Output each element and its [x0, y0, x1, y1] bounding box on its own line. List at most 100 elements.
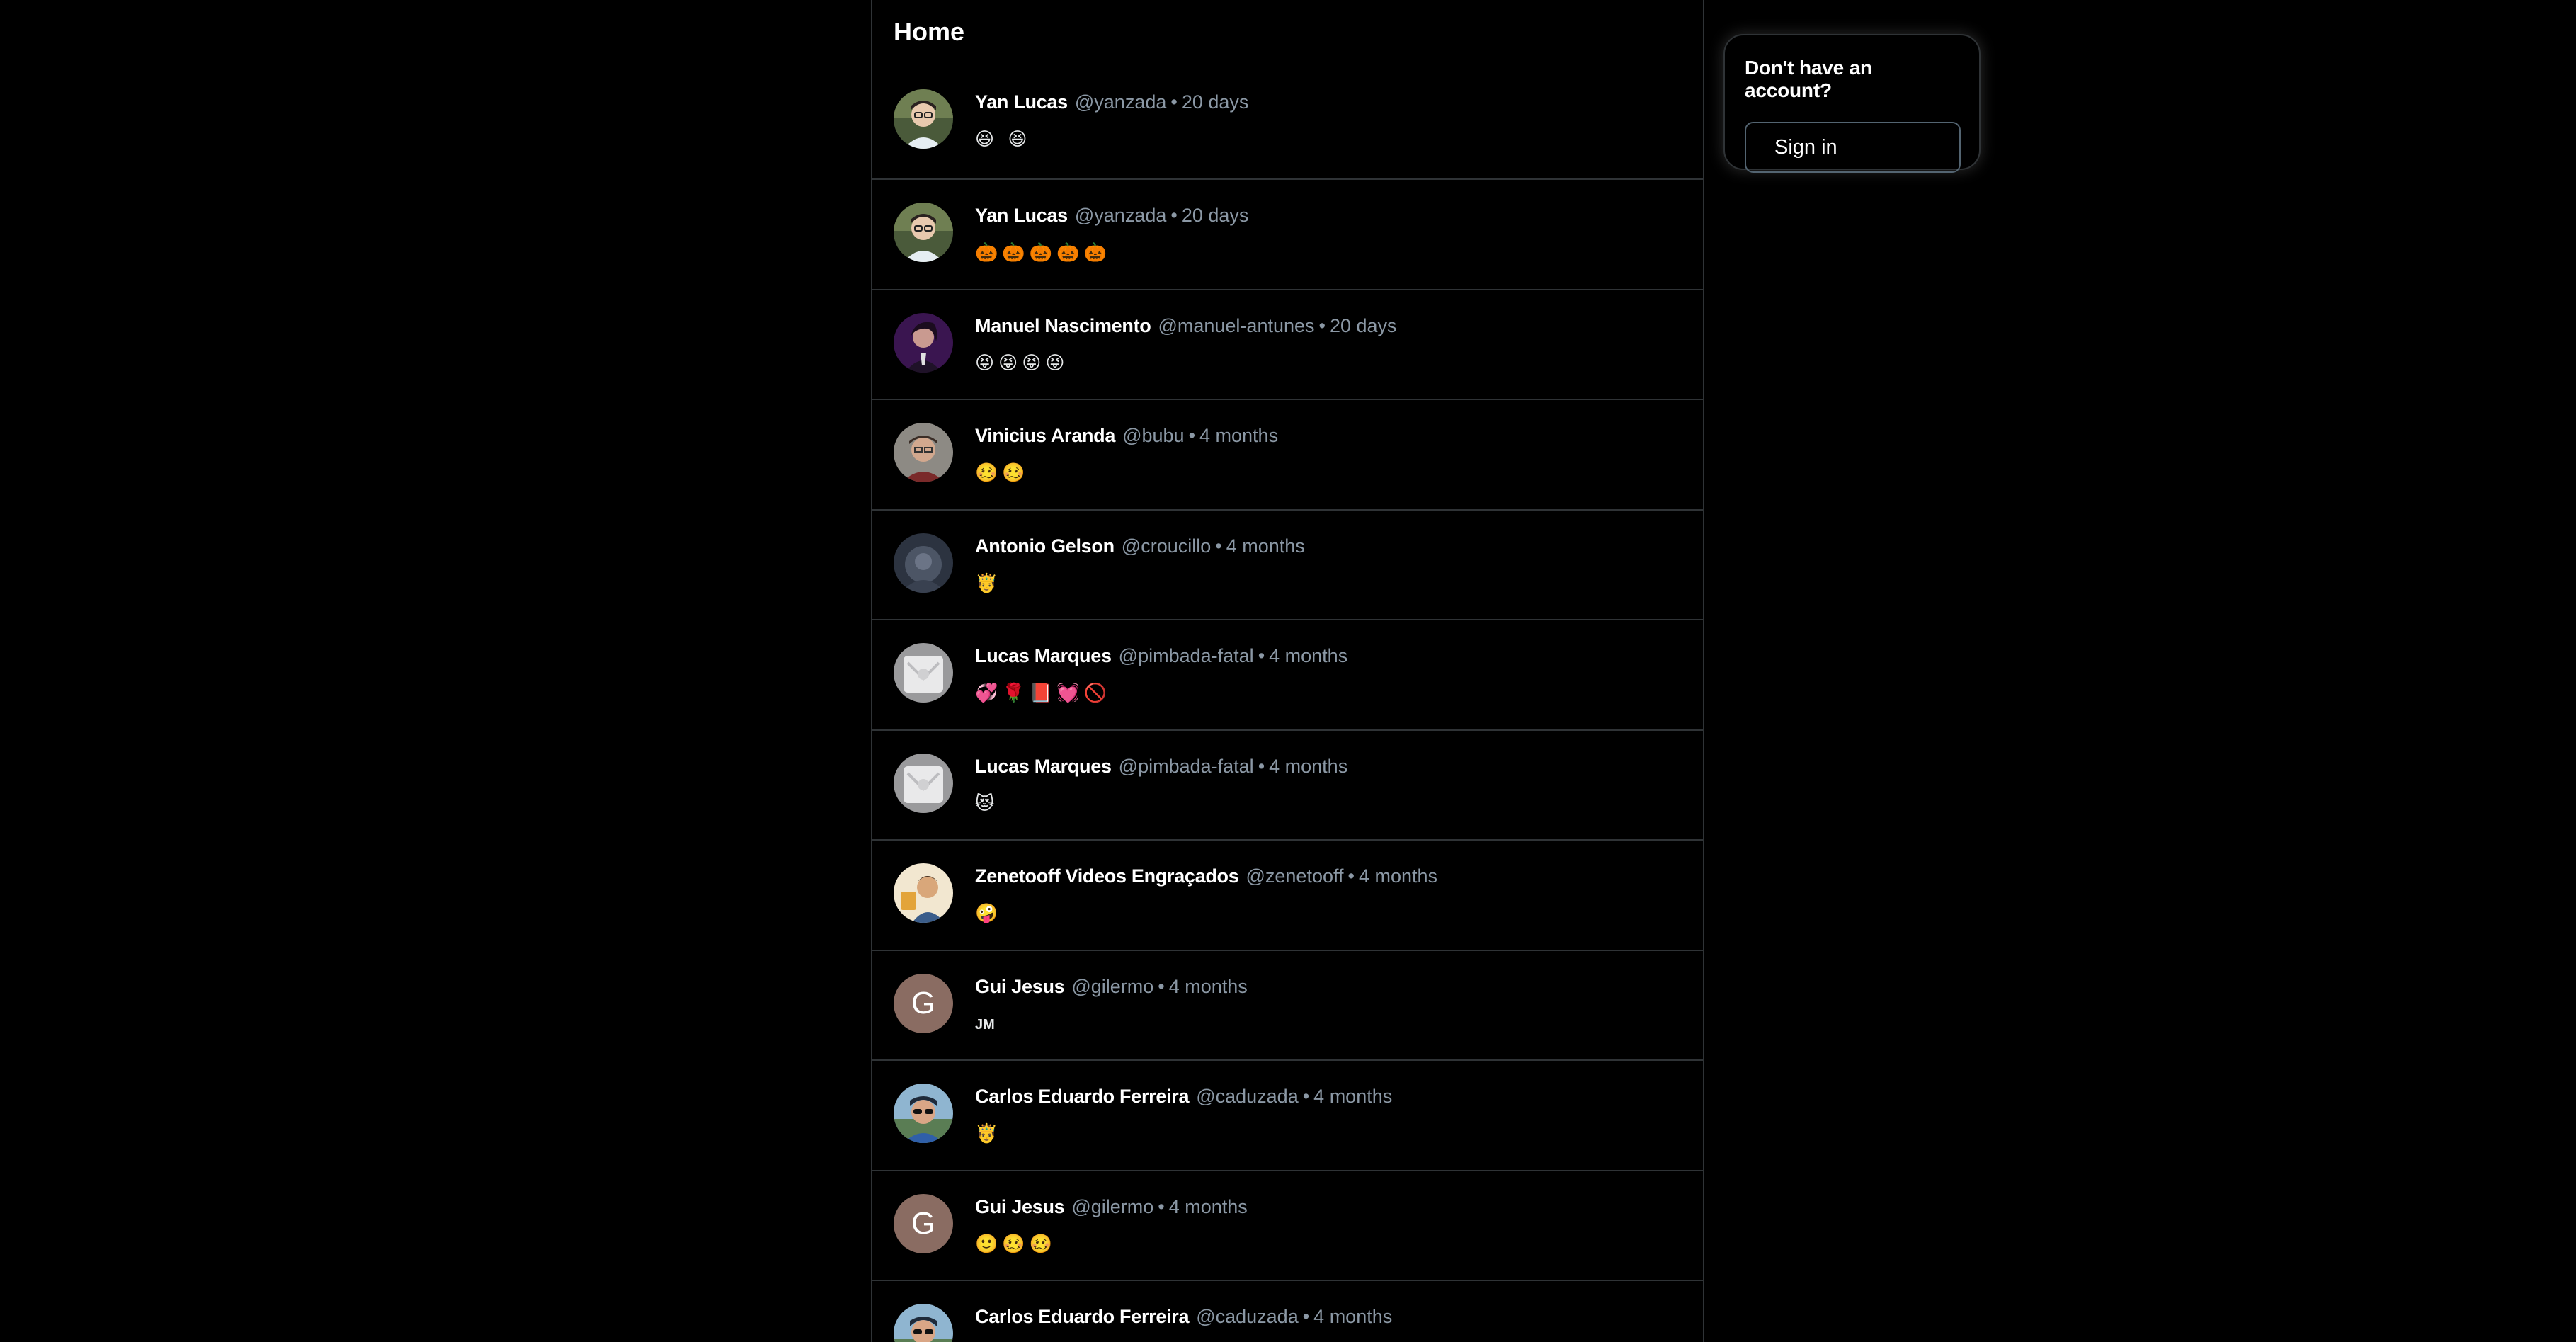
post-author-name[interactable]: Carlos Eduardo Ferreira: [975, 1306, 1190, 1327]
page-title: Home: [894, 17, 965, 46]
avatar[interactable]: G: [894, 973, 953, 1033]
avatar[interactable]: [894, 1304, 953, 1342]
post-meta: Yan Lucas @yanzada • 20 days: [975, 90, 1689, 114]
feed-post[interactable]: Carlos Eduardo Ferreira @caduzada • 4 month…: [872, 1281, 1703, 1342]
post-author-name[interactable]: Carlos Eduardo Ferreira: [975, 1086, 1190, 1107]
avatar[interactable]: [894, 863, 953, 923]
avatar[interactable]: [894, 643, 953, 703]
feed-post[interactable]: Lucas Marques @pimbada-fatal • 4 months 💞🌹📕💓…: [872, 620, 1703, 731]
feed-post[interactable]: Yan Lucas @yanzada • 20 days 😆 😆: [872, 67, 1703, 180]
post-body: 💞🌹📕💓🚫: [975, 682, 1111, 703]
avatar[interactable]: [894, 533, 953, 593]
post-timestamp[interactable]: 4 months: [1169, 976, 1248, 997]
meta-separator: •: [1158, 1195, 1165, 1217]
post-author-handle[interactable]: @gilermo: [1071, 976, 1153, 997]
post-content: Carlos Eduardo Ferreira @caduzada • 4 month…: [975, 1304, 1689, 1341]
meta-separator: •: [1170, 205, 1178, 226]
post-content: Zenetooff Videos Engraçados @zenetooff • 4 …: [975, 864, 1689, 925]
post-author-handle[interactable]: @yanzada: [1075, 91, 1167, 113]
post-body: 🎃🎃🎃🎃🎃: [975, 241, 1111, 263]
post-content: Gui Jesus @gilermo • 4 months 🙂🥴🥴: [975, 1195, 1689, 1256]
post-timestamp[interactable]: 4 months: [1313, 1086, 1392, 1107]
post-author-handle[interactable]: @manuel-antunes: [1158, 315, 1314, 336]
post-timestamp[interactable]: 4 months: [1226, 535, 1305, 557]
avatar[interactable]: G: [894, 1193, 953, 1253]
post-timestamp[interactable]: 4 months: [1169, 1196, 1248, 1217]
post-content: Yan Lucas @yanzada • 20 days 😆 😆: [975, 90, 1689, 151]
feed-post[interactable]: Manuel Nascimento @manuel-antunes • 20 days…: [872, 290, 1703, 400]
post-timestamp[interactable]: 4 months: [1359, 865, 1437, 887]
feed-post[interactable]: Yan Lucas @yanzada • 20 days 🎃🎃🎃🎃🎃: [872, 180, 1703, 290]
post-author-name[interactable]: Gui Jesus: [975, 976, 1065, 997]
post-body: 🤴: [975, 572, 1003, 593]
post-body: 😝😝😝😝: [975, 351, 1069, 373]
post-timestamp[interactable]: 4 months: [1199, 425, 1278, 446]
post-author-name[interactable]: Manuel Nascimento: [975, 315, 1151, 336]
post-timestamp[interactable]: 20 days: [1182, 205, 1249, 226]
meta-separator: •: [1215, 535, 1222, 557]
post-author-handle[interactable]: @zenetooff: [1246, 865, 1343, 887]
post-meta: Carlos Eduardo Ferreira @caduzada • 4 month…: [975, 1084, 1689, 1108]
post-timestamp[interactable]: 4 months: [1269, 756, 1347, 777]
avatar[interactable]: [894, 753, 953, 813]
post-body: 😆 😆: [975, 128, 1032, 149]
post-body: JM: [975, 1016, 995, 1033]
post-timestamp[interactable]: 4 months: [1313, 1306, 1392, 1327]
post-content: Vinicius Aranda @bubu • 4 months 🥴🥴: [975, 423, 1689, 484]
meta-separator: •: [1188, 425, 1196, 446]
post-author-handle[interactable]: @yanzada: [1075, 205, 1167, 226]
post-body: 🥴🥴: [975, 462, 1030, 483]
feed-post[interactable]: Antonio Gelson @croucillo • 4 months 🤴: [872, 511, 1703, 620]
post-author-name[interactable]: Yan Lucas: [975, 91, 1068, 113]
post-author-handle[interactable]: @caduzada: [1196, 1086, 1299, 1107]
signin-card: Don't have an account? Sign in: [1723, 34, 1981, 173]
feed-post[interactable]: G Gui Jesus @gilermo • 4 months 🙂🥴🥴: [872, 1171, 1703, 1281]
post-author-name[interactable]: Vinicius Aranda: [975, 425, 1115, 446]
post-author-handle[interactable]: @gilermo: [1071, 1196, 1153, 1217]
feed-post[interactable]: Zenetooff Videos Engraçados @zenetooff • 4 …: [872, 841, 1703, 951]
post-meta: Zenetooff Videos Engraçados @zenetooff • 4 …: [975, 864, 1689, 888]
post-meta: Lucas Marques @pimbada-fatal • 4 months: [975, 754, 1689, 778]
sign-in-button[interactable]: Sign in: [1745, 122, 1961, 173]
post-timestamp[interactable]: 20 days: [1330, 315, 1397, 336]
avatar[interactable]: [894, 203, 953, 262]
meta-separator: •: [1258, 645, 1265, 666]
post-body: 😻: [975, 792, 999, 814]
avatar-letter: G: [911, 1205, 936, 1241]
home-feed: Home Yan Lucas @yanzada • 20 days 😆 😆 Yan Luc…: [871, 0, 1704, 1342]
feed-post[interactable]: Lucas Marques @pimbada-fatal • 4 months 😻: [872, 731, 1703, 841]
post-author-name[interactable]: Lucas Marques: [975, 645, 1112, 666]
post-author-handle[interactable]: @pimbada-fatal: [1119, 756, 1254, 777]
post-author-handle[interactable]: @croucillo: [1122, 535, 1211, 557]
feed-post[interactable]: Vinicius Aranda @bubu • 4 months 🥴🥴: [872, 400, 1703, 511]
post-content: Lucas Marques @pimbada-fatal • 4 months 😻: [975, 754, 1689, 815]
post-author-name[interactable]: Zenetooff Videos Engraçados: [975, 865, 1239, 887]
post-body: 🤴: [975, 1122, 1003, 1144]
feed-post[interactable]: Carlos Eduardo Ferreira @caduzada • 4 month…: [872, 1061, 1703, 1171]
avatar[interactable]: [894, 423, 953, 482]
post-content: Lucas Marques @pimbada-fatal • 4 months 💞🌹📕💓…: [975, 644, 1689, 705]
post-content: Manuel Nascimento @manuel-antunes • 20 days…: [975, 314, 1689, 375]
post-meta: Yan Lucas @yanzada • 20 days: [975, 203, 1689, 227]
post-author-name[interactable]: Antonio Gelson: [975, 535, 1115, 557]
post-meta: Gui Jesus @gilermo • 4 months: [975, 974, 1689, 999]
avatar[interactable]: [894, 1084, 953, 1143]
signin-title: Don't have an account?: [1745, 57, 1872, 101]
post-body: 🤪: [975, 902, 1003, 923]
feed-post[interactable]: G Gui Jesus @gilermo • 4 months JM: [872, 951, 1703, 1061]
avatar[interactable]: [894, 312, 953, 373]
post-content: Antonio Gelson @croucillo • 4 months 🤴: [975, 534, 1689, 595]
post-author-name[interactable]: Yan Lucas: [975, 205, 1068, 226]
avatar[interactable]: [894, 89, 953, 149]
post-author-handle[interactable]: @pimbada-fatal: [1119, 645, 1254, 666]
avatar-letter: G: [911, 985, 936, 1020]
meta-separator: •: [1302, 1306, 1310, 1327]
post-author-handle[interactable]: @bubu: [1122, 425, 1184, 446]
post-author-handle[interactable]: @caduzada: [1196, 1306, 1299, 1327]
post-author-name[interactable]: Lucas Marques: [975, 756, 1112, 777]
post-timestamp[interactable]: 4 months: [1269, 645, 1347, 666]
post-timestamp[interactable]: 20 days: [1182, 91, 1249, 113]
post-meta: Vinicius Aranda @bubu • 4 months: [975, 423, 1689, 448]
meta-separator: •: [1170, 91, 1178, 113]
post-author-name[interactable]: Gui Jesus: [975, 1196, 1065, 1217]
